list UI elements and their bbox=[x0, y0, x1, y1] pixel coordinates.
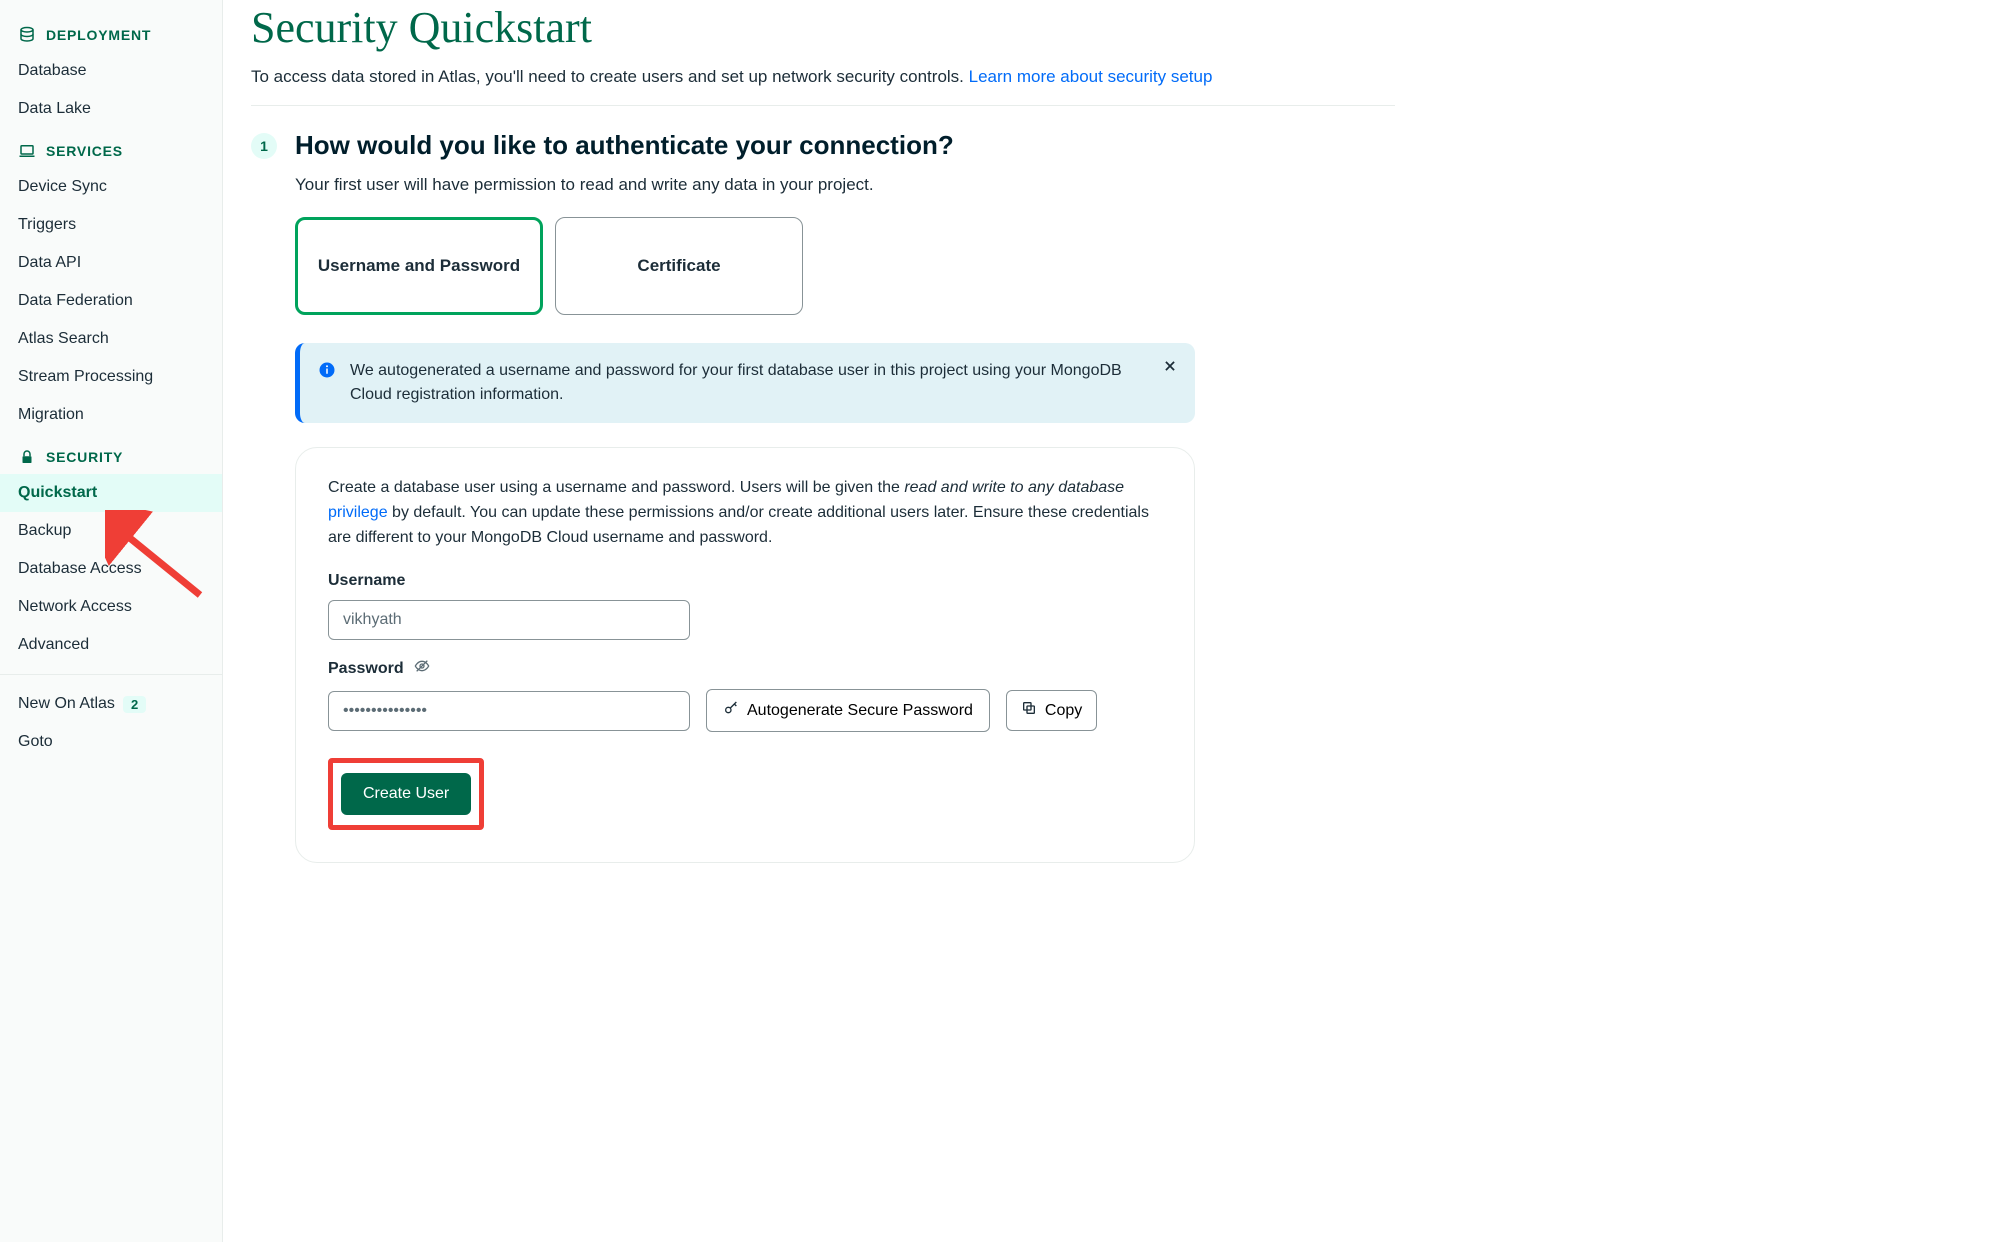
step-number: 1 bbox=[251, 133, 277, 159]
create-user-card: Create a database user using a username … bbox=[295, 447, 1195, 863]
visibility-off-icon[interactable] bbox=[414, 658, 430, 679]
sidebar-item-quickstart[interactable]: Quickstart bbox=[0, 474, 222, 512]
username-input[interactable] bbox=[328, 600, 690, 640]
sidebar-item-device-sync[interactable]: Device Sync bbox=[0, 168, 222, 206]
sidebar-item-triggers[interactable]: Triggers bbox=[0, 206, 222, 244]
sidebar-item-database[interactable]: Database bbox=[0, 52, 222, 90]
auth-option-username-password[interactable]: Username and Password bbox=[295, 217, 543, 315]
sidebar-item-backup[interactable]: Backup bbox=[0, 512, 222, 550]
sidebar-item-network-access[interactable]: Network Access bbox=[0, 588, 222, 626]
step-title: How would you like to authenticate your … bbox=[295, 130, 954, 161]
create-user-button[interactable]: Create User bbox=[341, 773, 471, 815]
section-label: DEPLOYMENT bbox=[46, 27, 151, 43]
section-label: SERVICES bbox=[46, 143, 123, 159]
learn-more-link[interactable]: Learn more about security setup bbox=[969, 67, 1213, 86]
info-icon bbox=[318, 361, 336, 407]
username-label: Username bbox=[328, 572, 1162, 590]
sidebar-item-database-access[interactable]: Database Access bbox=[0, 550, 222, 588]
step-description: Your first user will have permission to … bbox=[295, 175, 1395, 195]
copy-icon bbox=[1021, 700, 1037, 721]
close-icon[interactable] bbox=[1163, 359, 1177, 378]
privilege-link[interactable]: privilege bbox=[328, 504, 388, 521]
sidebar-item-advanced[interactable]: Advanced bbox=[0, 626, 222, 664]
info-banner-text: We autogenerated a username and password… bbox=[350, 359, 1143, 407]
section-header-deployment: DEPLOYMENT bbox=[0, 12, 222, 52]
step-header: 1 How would you like to authenticate you… bbox=[251, 130, 1395, 161]
laptop-icon bbox=[18, 142, 36, 160]
sidebar-item-data-api[interactable]: Data API bbox=[0, 244, 222, 282]
page-subtitle: To access data stored in Atlas, you'll n… bbox=[251, 67, 1395, 106]
sidebar-item-new-on-atlas[interactable]: New On Atlas 2 bbox=[0, 685, 222, 723]
page-title: Security Quickstart bbox=[251, 2, 1395, 53]
sidebar-divider bbox=[0, 674, 222, 675]
section-header-security: SECURITY bbox=[0, 434, 222, 474]
sidebar-item-goto[interactable]: Goto bbox=[0, 723, 222, 761]
sidebar: DEPLOYMENT Database Data Lake SERVICES D… bbox=[0, 0, 223, 1242]
sidebar-item-stream-processing[interactable]: Stream Processing bbox=[0, 358, 222, 396]
sidebar-item-data-federation[interactable]: Data Federation bbox=[0, 282, 222, 320]
info-banner: We autogenerated a username and password… bbox=[295, 343, 1195, 423]
sidebar-item-atlas-search[interactable]: Atlas Search bbox=[0, 320, 222, 358]
section-label: SECURITY bbox=[46, 449, 123, 465]
autogenerate-password-button[interactable]: Autogenerate Secure Password bbox=[706, 689, 990, 732]
lock-icon bbox=[18, 448, 36, 466]
key-icon bbox=[723, 700, 739, 721]
form-description: Create a database user using a username … bbox=[328, 476, 1162, 550]
password-label: Password bbox=[328, 658, 1162, 679]
sidebar-item-data-lake[interactable]: Data Lake bbox=[0, 90, 222, 128]
password-input[interactable] bbox=[328, 691, 690, 731]
sidebar-item-migration[interactable]: Migration bbox=[0, 396, 222, 434]
database-icon bbox=[18, 26, 36, 44]
auth-option-certificate[interactable]: Certificate bbox=[555, 217, 803, 315]
section-header-services: SERVICES bbox=[0, 128, 222, 168]
main-content: Security Quickstart To access data store… bbox=[223, 0, 1423, 1242]
annotation-highlight: Create User bbox=[328, 758, 484, 830]
copy-button[interactable]: Copy bbox=[1006, 690, 1097, 731]
new-on-atlas-badge: 2 bbox=[123, 696, 146, 713]
